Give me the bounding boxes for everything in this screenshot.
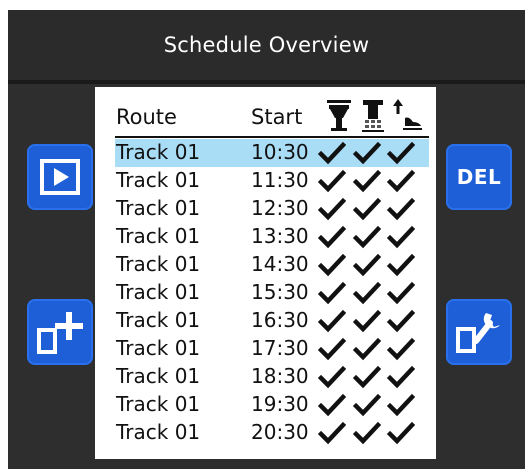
check-icon [387, 139, 415, 167]
check-icon [318, 223, 346, 251]
route-cell: Track 01 [116, 420, 201, 444]
table-row[interactable]: Track 01 10:30 [115, 139, 429, 167]
schedule-table: Route Start Track 01 10:30 Track 01 11:3… [95, 87, 436, 459]
check-icon [353, 223, 381, 251]
table-row[interactable]: Track 01 19:30 [115, 391, 429, 419]
route-cell: Track 01 [116, 280, 201, 304]
check-icon [387, 223, 415, 251]
lift-boot-icon [391, 98, 423, 134]
add-button[interactable] [27, 299, 93, 365]
start-cell: 17:30 [251, 336, 309, 360]
check-icon [353, 195, 381, 223]
table-row[interactable]: Track 01 18:30 [115, 363, 429, 391]
page-title: Schedule Overview [163, 33, 370, 57]
check-icon [353, 307, 381, 335]
settings-button[interactable] [446, 299, 512, 365]
route-cell: Track 01 [116, 196, 201, 220]
check-icon [353, 419, 381, 447]
add-icon [37, 312, 83, 354]
check-icon [353, 363, 381, 391]
check-icon [387, 419, 415, 447]
check-icon [353, 139, 381, 167]
check-icon [353, 335, 381, 363]
check-icon [353, 391, 381, 419]
header-divider [115, 136, 429, 138]
check-icon [387, 167, 415, 195]
route-cell: Track 01 [116, 336, 201, 360]
delete-label: DEL [456, 165, 502, 189]
table-row[interactable]: Track 01 16:30 [115, 307, 429, 335]
check-icon [318, 251, 346, 279]
check-icon [318, 363, 346, 391]
signal-station-icon [357, 98, 389, 134]
check-icon [353, 167, 381, 195]
table-row[interactable]: Track 01 14:30 [115, 251, 429, 279]
check-icon [318, 307, 346, 335]
check-icon [318, 391, 346, 419]
play-icon [40, 159, 80, 195]
check-icon [387, 279, 415, 307]
start-cell: 12:30 [251, 196, 309, 220]
check-icon [353, 279, 381, 307]
check-icon [318, 167, 346, 195]
check-icon [318, 139, 346, 167]
start-cell: 20:30 [251, 420, 309, 444]
start-cell: 18:30 [251, 364, 309, 388]
wrench-icon [456, 313, 500, 353]
table-row[interactable]: Track 01 20:30 [115, 419, 429, 447]
route-cell: Track 01 [116, 308, 201, 332]
route-cell: Track 01 [116, 140, 201, 164]
check-icon [387, 251, 415, 279]
route-cell: Track 01 [116, 392, 201, 416]
start-cell: 13:30 [251, 224, 309, 248]
track-equipment-icon [323, 98, 355, 134]
table-row[interactable]: Track 01 15:30 [115, 279, 429, 307]
table-row[interactable]: Track 01 17:30 [115, 335, 429, 363]
route-cell: Track 01 [116, 224, 201, 248]
check-icon [318, 195, 346, 223]
route-cell: Track 01 [116, 252, 201, 276]
play-button[interactable] [27, 144, 93, 210]
check-icon [353, 251, 381, 279]
check-icon [318, 419, 346, 447]
check-icon [387, 363, 415, 391]
start-cell: 19:30 [251, 392, 309, 416]
delete-button[interactable]: DEL [446, 144, 512, 210]
start-cell: 16:30 [251, 308, 309, 332]
check-icon [387, 391, 415, 419]
check-icon [387, 335, 415, 363]
table-row[interactable]: Track 01 13:30 [115, 223, 429, 251]
check-icon [387, 195, 415, 223]
header-bar: Schedule Overview [8, 10, 525, 84]
table-row[interactable]: Track 01 12:30 [115, 195, 429, 223]
column-header-start: Start [251, 105, 303, 129]
check-icon [387, 307, 415, 335]
start-cell: 10:30 [251, 140, 309, 164]
check-icon [318, 335, 346, 363]
route-cell: Track 01 [116, 364, 201, 388]
route-cell: Track 01 [116, 168, 201, 192]
start-cell: 14:30 [251, 252, 309, 276]
start-cell: 15:30 [251, 280, 309, 304]
check-icon [318, 279, 346, 307]
column-header-route: Route [116, 105, 177, 129]
table-row[interactable]: Track 01 11:30 [115, 167, 429, 195]
start-cell: 11:30 [251, 168, 309, 192]
device-frame: Schedule Overview DEL Route Start Track … [8, 10, 525, 469]
